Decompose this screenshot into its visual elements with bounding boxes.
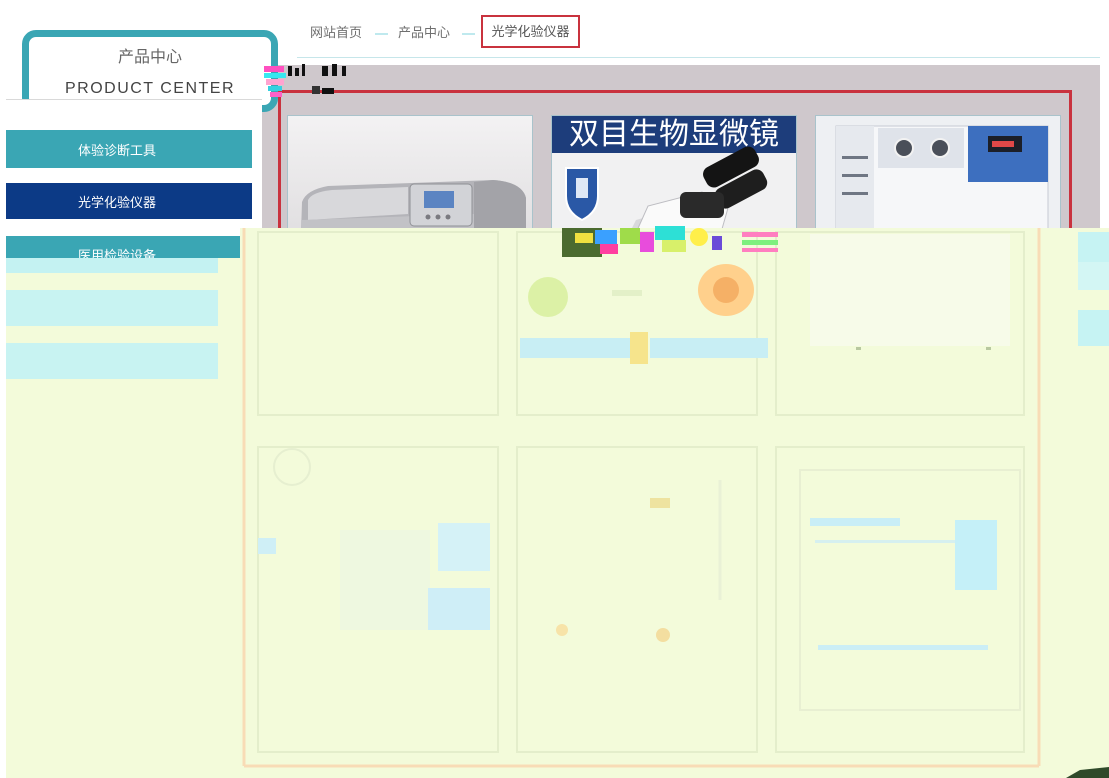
glitch-pixel [342,66,346,76]
glitch-pixel [690,228,708,246]
glitch-pixel [322,66,328,76]
faded-shape [428,588,490,630]
glitch-pixel [268,86,282,91]
sidebar-item[interactable] [6,290,218,326]
glitch-noise [264,64,346,97]
faded-mark [986,347,991,350]
faded-side-block [1078,310,1109,346]
faded-mark [856,347,861,350]
glitch-pixel [264,66,284,72]
faded-bar [650,338,768,358]
faded-shape [656,628,670,642]
glitch-pixel [266,79,284,85]
glitch-pixel [662,240,686,252]
faded-bar [520,338,630,358]
glitch-pixel [742,240,778,245]
faded-shape [955,520,997,590]
glitch-pixel [575,233,593,243]
corrupted-region [6,64,1109,778]
sidebar-item[interactable] [6,343,218,379]
faded-side-block [1078,262,1109,290]
faded-bar [815,540,975,543]
glitch-pixel [322,88,334,94]
glitch-pixel [332,64,337,76]
faded-bar [630,332,648,364]
faded-sidebar-item [6,258,218,273]
faded-shape [438,523,490,571]
faded-shape [650,498,670,508]
glitch-pixel [295,68,299,76]
glitch-pixel [264,73,286,78]
faded-shape [340,530,430,630]
glitch-pixel [595,230,617,244]
faded-bar [818,645,988,650]
glitch-pixel [742,248,778,252]
faded-shape [713,277,739,303]
glitch-pixel [288,66,292,76]
glitch-pixel [712,236,722,250]
faded-shape [810,234,1010,346]
glitch-pixel [655,226,685,240]
glitch-pixel [640,232,654,252]
faded-shape [612,290,642,296]
glitch-pixel [270,92,282,97]
glitch-pixel [742,232,778,237]
faded-shape [556,624,568,636]
glitch-pixel [302,64,305,76]
faded-shape [528,277,568,317]
faded-shape [258,538,276,554]
faded-side-block [1078,232,1109,262]
glitch-pixel [620,228,640,244]
faded-bar [810,518,900,526]
glitch-pixel [312,86,320,94]
glitch-pixel [600,244,618,254]
